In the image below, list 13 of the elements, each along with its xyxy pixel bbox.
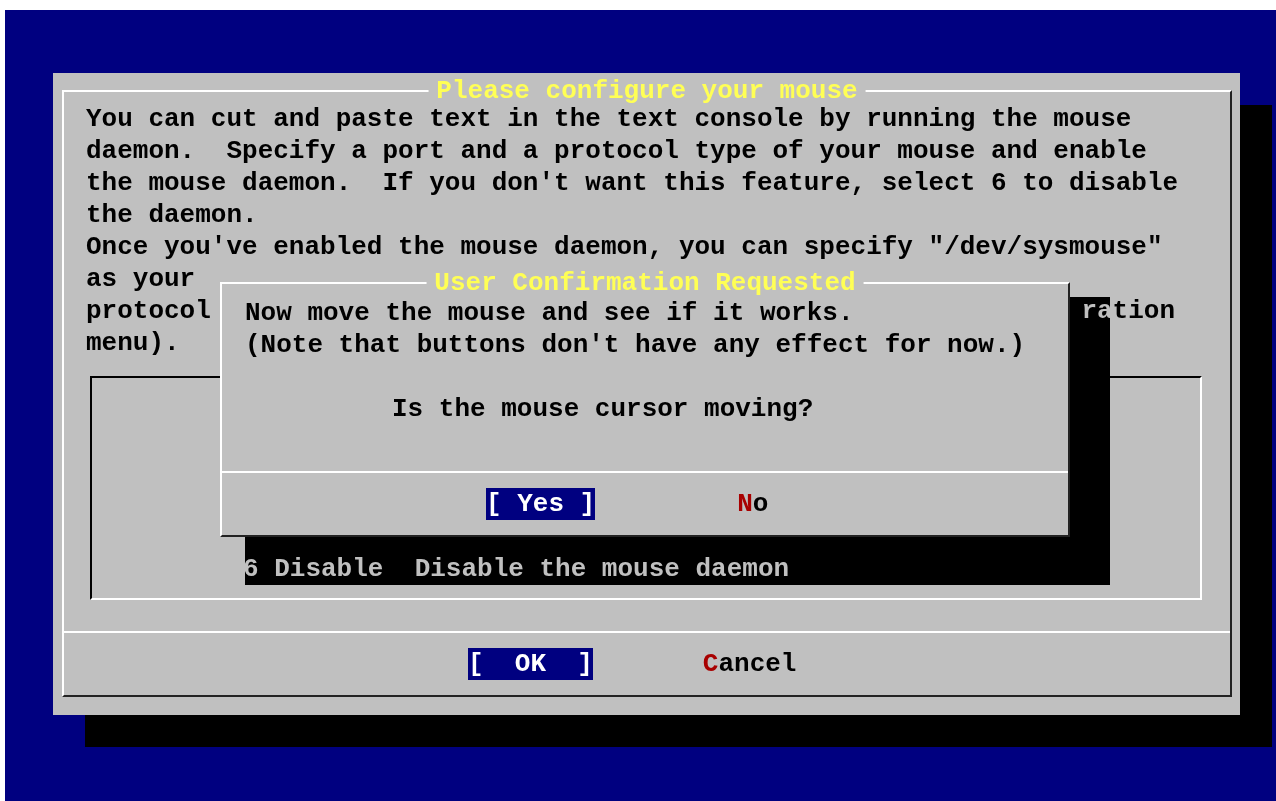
menu-item-description[interactable]: Disable the mouse daemon (414, 553, 790, 585)
menu-item-name[interactable]: 6 Disable (243, 553, 384, 585)
dialog-button[interactable]: No (737, 488, 769, 520)
question-text: Is the mouse cursor moving? (391, 393, 815, 425)
dialog-button[interactable]: [ OK ] (468, 648, 593, 680)
dialog-button[interactable]: Cancel (702, 648, 797, 680)
body-text: as your (86, 263, 196, 295)
body-text: protocol (86, 295, 211, 327)
message-text: Now move the mouse and see if it works. (245, 297, 855, 329)
body-text: menu). (86, 327, 180, 359)
message-text: (Note that buttons don't have any effect for now.) (245, 329, 1027, 361)
body-text: Once you've enabled the mouse daemon, you can specify "/dev/sysmouse" (86, 231, 1164, 263)
dialog-button[interactable]: [ Yes ] (486, 488, 596, 520)
